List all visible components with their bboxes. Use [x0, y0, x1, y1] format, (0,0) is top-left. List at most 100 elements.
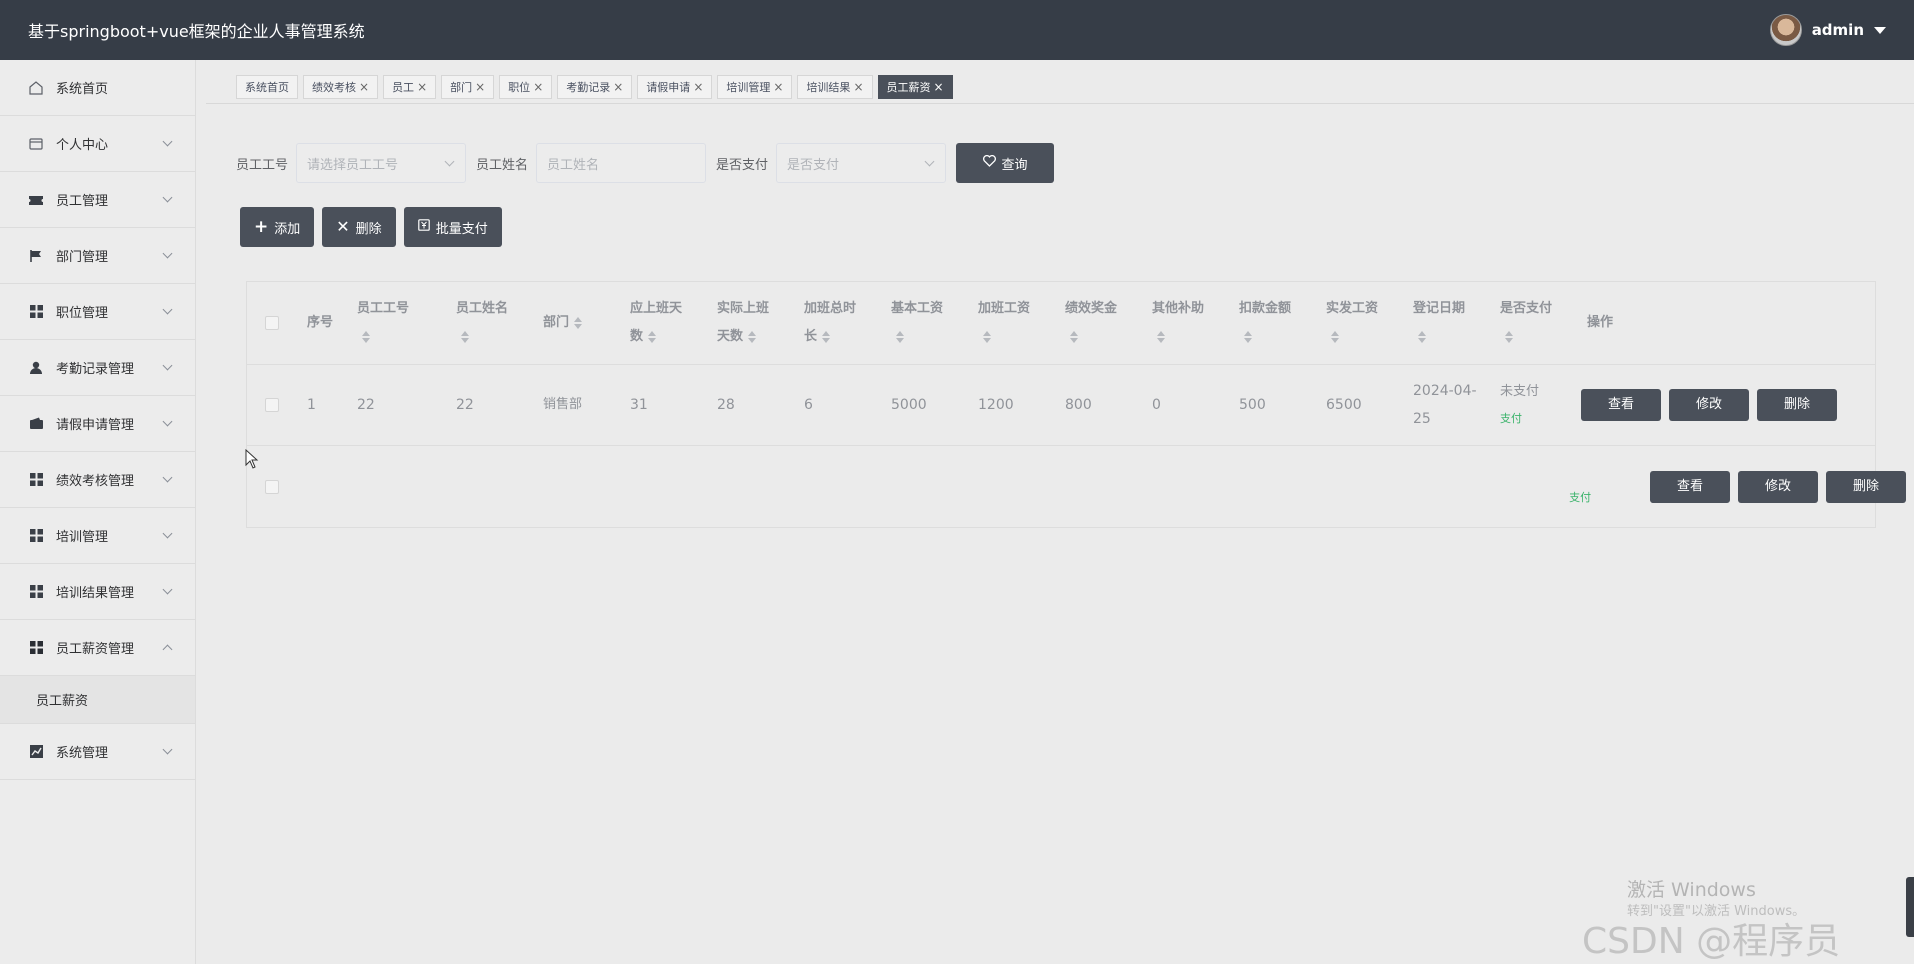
edit-button[interactable]: 修改 [1738, 470, 1818, 503]
sidebar-item-salary[interactable]: 员工薪资管理 [0, 620, 195, 676]
tag-training[interactable]: 培训管理 × [717, 74, 793, 99]
sidebar-item-employees[interactable]: 员工管理 [0, 172, 195, 228]
sort-icon[interactable] [821, 330, 831, 344]
row-delete-button[interactable]: 删除 [1757, 389, 1837, 421]
sort-icon[interactable] [1156, 330, 1166, 344]
sort-icon[interactable] [1330, 330, 1340, 344]
batch-pay-button[interactable]: 批量支付 [403, 207, 502, 247]
sidebar-subitem-salary[interactable]: 员工薪资 [0, 676, 195, 724]
view-button[interactable]: 查看 [1650, 470, 1730, 503]
table-row: 1 22 22 销售部 31 28 6 5000 1200 800 0 500 … [247, 365, 1875, 446]
th-days-due[interactable]: 应上班天数 [620, 282, 707, 364]
sidebar-item-label: 培训结果管理 [56, 586, 135, 601]
sidebar-item-performance[interactable]: 绩效考核管理 [0, 452, 195, 508]
th-net-pay[interactable]: 实发工资 [1316, 282, 1403, 364]
td-bonus: 800 [1065, 397, 1092, 413]
close-icon[interactable]: × [417, 80, 427, 94]
sidebar-item-system[interactable]: 系统管理 [0, 724, 195, 780]
sort-icon[interactable] [460, 330, 470, 344]
tag-leave[interactable]: 请假申请 × [637, 74, 713, 99]
sidebar-item-label: 个人中心 [56, 138, 109, 153]
th-bonus[interactable]: 绩效奖金 [1055, 282, 1142, 364]
tag-performance[interactable]: 绩效考核 × [303, 74, 379, 99]
th-ops: 操作 [1587, 315, 1614, 330]
row-delete-button[interactable]: 删除 [1826, 470, 1906, 503]
tag-department[interactable]: 部门 × [441, 74, 495, 99]
tag-position[interactable]: 职位 × [499, 74, 553, 99]
close-icon[interactable]: × [693, 80, 703, 94]
windows-activate-watermark: 激活 Windows [1627, 879, 1756, 901]
sidebar-item-attendance[interactable]: 考勤记录管理 [0, 340, 195, 396]
username[interactable]: admin [1812, 21, 1864, 39]
th-deduction[interactable]: 扣款金额 [1229, 282, 1316, 364]
th-overtime-pay[interactable]: 加班工资 [968, 282, 1055, 364]
side-handle[interactable] [1906, 877, 1914, 937]
sort-icon[interactable] [647, 330, 657, 344]
delete-button[interactable]: ✕ 删除 [322, 207, 396, 247]
sort-icon[interactable] [1417, 330, 1427, 344]
emp-name-label: 员工姓名 [476, 157, 529, 173]
chevron-down-icon [162, 360, 173, 371]
pay-icon [417, 219, 430, 235]
pay-link[interactable]: 支付 [1569, 491, 1591, 504]
sort-icon[interactable] [1504, 330, 1514, 344]
close-icon[interactable]: × [359, 80, 369, 94]
query-button[interactable]: 查询 [956, 143, 1055, 183]
close-icon[interactable]: × [613, 80, 623, 94]
th-overtime[interactable]: 加班总时长 [794, 282, 881, 364]
tag-home[interactable]: 系统首页 [236, 74, 298, 99]
user-menu[interactable]: admin [1769, 14, 1886, 46]
sort-icon[interactable] [895, 330, 905, 344]
row-checkbox[interactable] [264, 479, 279, 494]
close-icon[interactable]: × [934, 80, 944, 94]
sidebar-item-home[interactable]: 系统首页 [0, 60, 195, 116]
id-card-icon [26, 137, 46, 150]
grid-icon [26, 585, 46, 598]
sort-icon[interactable] [982, 330, 992, 344]
emp-name-input[interactable]: 员工姓名 [536, 143, 707, 183]
row-checkbox[interactable] [265, 398, 279, 412]
close-icon[interactable]: × [533, 80, 543, 94]
close-icon[interactable]: × [475, 80, 485, 94]
close-icon[interactable]: × [853, 80, 863, 94]
pay-link[interactable]: 支付 [1500, 412, 1522, 425]
sidebar-item-positions[interactable]: 职位管理 [0, 284, 195, 340]
sort-icon[interactable] [573, 316, 583, 330]
th-dept[interactable]: 部门 [533, 282, 620, 364]
th-emp-name[interactable]: 员工姓名 [446, 282, 533, 364]
tag-salary[interactable]: 员工薪资 × [877, 74, 953, 99]
chevron-down-icon [162, 528, 173, 539]
close-icon[interactable]: × [773, 80, 783, 94]
caret-down-icon[interactable] [1874, 26, 1886, 34]
th-emp-no[interactable]: 员工工号 [347, 282, 446, 364]
paid-placeholder: 是否支付 [787, 157, 840, 173]
th-paid[interactable]: 是否支付 [1490, 282, 1577, 364]
select-all-checkbox[interactable] [265, 316, 279, 330]
edit-button[interactable]: 修改 [1669, 389, 1749, 421]
avatar[interactable] [1769, 14, 1802, 46]
emp-no-select[interactable]: 请选择员工工号 [296, 143, 467, 183]
sidebar-item-profile[interactable]: 个人中心 [0, 116, 195, 172]
sort-icon[interactable] [1243, 330, 1253, 344]
th-label: 数 [630, 329, 644, 344]
add-button[interactable]: + 添加 [240, 207, 315, 247]
sort-icon[interactable] [747, 330, 757, 344]
sidebar-item-leave[interactable]: 请假申请管理 [0, 396, 195, 452]
th-date[interactable]: 登记日期 [1403, 282, 1490, 364]
paid-select[interactable]: 是否支付 [776, 143, 947, 183]
td-base-pay: 5000 [891, 397, 927, 413]
th-days-actual[interactable]: 实际上班 天数 [707, 282, 794, 364]
tag-attendance[interactable]: 考勤记录 × [557, 74, 633, 99]
sort-icon[interactable] [1069, 330, 1079, 344]
tag-training-results[interactable]: 培训结果 × [797, 74, 873, 99]
th-allowance[interactable]: 其他补助 [1142, 282, 1229, 364]
td-overtime-pay: 1200 [978, 397, 1014, 413]
close-icon: ✕ [336, 217, 350, 236]
sidebar-item-training-results[interactable]: 培训结果管理 [0, 564, 195, 620]
th-base-pay[interactable]: 基本工资 [881, 282, 968, 364]
view-button[interactable]: 查看 [1581, 389, 1661, 421]
sidebar-item-training[interactable]: 培训管理 [0, 508, 195, 564]
tag-employee[interactable]: 员工 × [383, 74, 437, 99]
sidebar-item-departments[interactable]: 部门管理 [0, 228, 195, 284]
sort-icon[interactable] [361, 330, 371, 344]
